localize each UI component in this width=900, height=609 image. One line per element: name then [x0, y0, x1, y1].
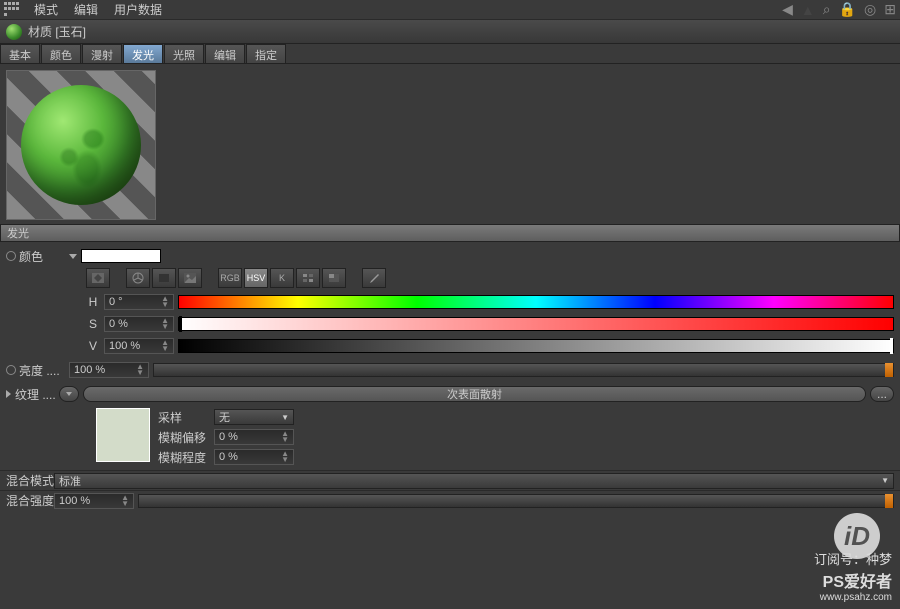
picker-spectrum-icon[interactable] [86, 268, 110, 288]
label-v: V [86, 339, 100, 353]
picker-hsv-button[interactable]: HSV [244, 268, 268, 288]
menu-edit[interactable]: 编辑 [66, 1, 106, 18]
row-blur-offset: 模糊偏移 0 %▲▼ [158, 428, 294, 446]
row-brightness: 亮度 .... 100 %▲▼ [6, 360, 894, 380]
picker-wheel-icon[interactable] [126, 268, 150, 288]
tab-basic[interactable]: 基本 [0, 44, 40, 63]
preview-area [0, 64, 900, 224]
input-v[interactable]: 100 %▲▼ [104, 338, 174, 354]
input-blend-strength[interactable]: 100 %▲▼ [54, 493, 134, 509]
label-blur-scale: 模糊程度 [158, 449, 208, 466]
tab-luminance[interactable]: 发光 [123, 44, 163, 63]
watermark-logo: iD [834, 513, 880, 559]
material-icon [6, 24, 22, 40]
texture-name-field[interactable]: 次表面散射 [83, 386, 866, 402]
texture-menu-button[interactable] [59, 386, 79, 402]
properties-panel: 颜色 RGB HSV K H 0 °▲▼ S 0 %▲▼ V 100 %▲▼ [0, 242, 900, 470]
row-sample: 采样 无▼ [158, 408, 294, 426]
material-title-bar: 材质 [玉石] [0, 20, 900, 44]
dropdown-sample[interactable]: 无▼ [214, 409, 294, 425]
input-blur-offset[interactable]: 0 %▲▼ [214, 429, 294, 445]
label-blend-mode: 混合模式 [6, 472, 54, 489]
nav-up-icon[interactable]: ▲ [801, 2, 815, 18]
app-menu-icon[interactable] [4, 2, 20, 18]
texture-browse-button[interactable]: ... [870, 386, 894, 402]
input-brightness[interactable]: 100 %▲▼ [69, 362, 149, 378]
slider-value[interactable] [178, 339, 894, 353]
picker-box-icon[interactable] [152, 268, 176, 288]
label-color: 颜色 [19, 248, 69, 265]
texture-sample-area: 采样 无▼ 模糊偏移 0 %▲▼ 模糊程度 0 %▲▼ [96, 408, 894, 466]
color-picker-toolbar: RGB HSV K [86, 266, 894, 290]
row-saturation: S 0 %▲▼ [86, 314, 894, 334]
preview-sphere-icon [21, 85, 141, 205]
slider-hue[interactable] [178, 295, 894, 309]
watermark-text: 订阅号：种梦 PS爱好者 www.psahz.com [814, 549, 892, 603]
tab-color[interactable]: 颜色 [41, 44, 81, 63]
label-h: H [86, 295, 100, 309]
label-texture: 纹理 .... [15, 386, 59, 403]
picker-image-icon[interactable] [178, 268, 202, 288]
slider-brightness[interactable] [153, 363, 894, 377]
label-brightness: 亮度 .... [19, 362, 69, 379]
lock-icon[interactable]: 🔒 [839, 1, 856, 18]
tab-bar: 基本 颜色 漫射 发光 光照 编辑 指定 [0, 44, 900, 64]
picker-k-button[interactable]: K [270, 268, 294, 288]
nav-back-icon[interactable]: ◀ [782, 1, 793, 18]
anim-dot-color[interactable] [6, 251, 16, 261]
search-icon[interactable]: ⌕ [823, 1, 831, 18]
input-h[interactable]: 0 °▲▼ [104, 294, 174, 310]
tab-editor[interactable]: 编辑 [205, 44, 245, 63]
toolbar-right: ◀ ▲ ⌕ 🔒 ◎ ⊞ [782, 1, 896, 18]
row-hue: H 0 °▲▼ [86, 292, 894, 312]
row-blend-strength: 混合强度 100 %▲▼ [0, 490, 900, 510]
label-s: S [86, 317, 100, 331]
input-blur-scale[interactable]: 0 %▲▼ [214, 449, 294, 465]
expand-color-icon[interactable] [69, 254, 77, 259]
dropdown-blend-mode[interactable]: 标准▼ [54, 473, 894, 489]
tab-illumination[interactable]: 光照 [164, 44, 204, 63]
slider-saturation[interactable] [178, 317, 894, 331]
row-blur-scale: 模糊程度 0 %▲▼ [158, 448, 294, 466]
menu-userdata[interactable]: 用户数据 [106, 1, 170, 18]
eyedropper-icon[interactable] [362, 268, 386, 288]
material-title: 材质 [玉石] [28, 23, 86, 40]
section-luminance-header: 发光 [0, 224, 900, 242]
target-icon[interactable]: ◎ [864, 1, 876, 18]
new-icon[interactable]: ⊞ [884, 1, 896, 18]
label-blend-strength: 混合强度 [6, 492, 54, 509]
color-swatch[interactable] [81, 249, 161, 263]
anim-dot-brightness[interactable] [6, 365, 16, 375]
menu-bar: 模式 编辑 用户数据 ◀ ▲ ⌕ 🔒 ◎ ⊞ [0, 0, 900, 20]
expand-texture-icon[interactable] [6, 390, 11, 398]
label-blur-offset: 模糊偏移 [158, 429, 208, 446]
material-preview[interactable] [6, 70, 156, 220]
row-blend-mode: 混合模式 标准▼ [0, 470, 900, 490]
tab-assign[interactable]: 指定 [246, 44, 286, 63]
input-s[interactable]: 0 %▲▼ [104, 316, 174, 332]
picker-swatches-icon[interactable] [296, 268, 320, 288]
slider-blend-strength[interactable] [138, 494, 894, 508]
label-sample: 采样 [158, 409, 208, 426]
row-value: V 100 %▲▼ [86, 336, 894, 356]
tab-diffuse[interactable]: 漫射 [82, 44, 122, 63]
picker-mixer-icon[interactable] [322, 268, 346, 288]
texture-preview-swatch[interactable] [96, 408, 150, 462]
menu-mode[interactable]: 模式 [26, 1, 66, 18]
row-color: 颜色 [6, 246, 894, 266]
picker-rgb-button[interactable]: RGB [218, 268, 242, 288]
row-texture: 纹理 .... 次表面散射 ... [6, 384, 894, 404]
